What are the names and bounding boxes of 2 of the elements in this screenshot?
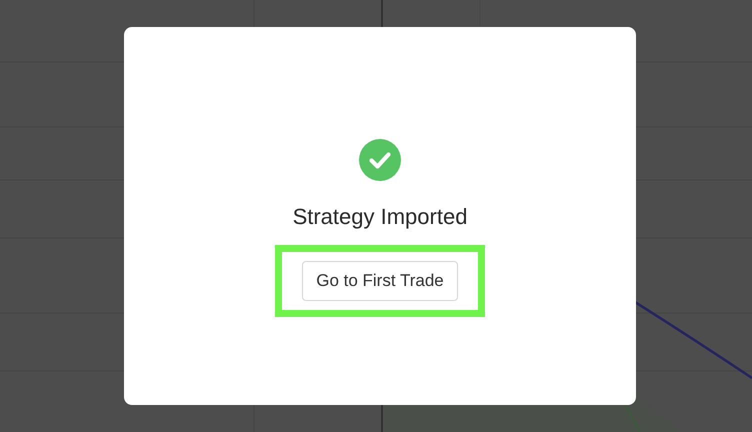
go-to-trade-button[interactable]: Go to First Trade (302, 261, 458, 301)
dialog-title: Strategy Imported (292, 203, 468, 231)
